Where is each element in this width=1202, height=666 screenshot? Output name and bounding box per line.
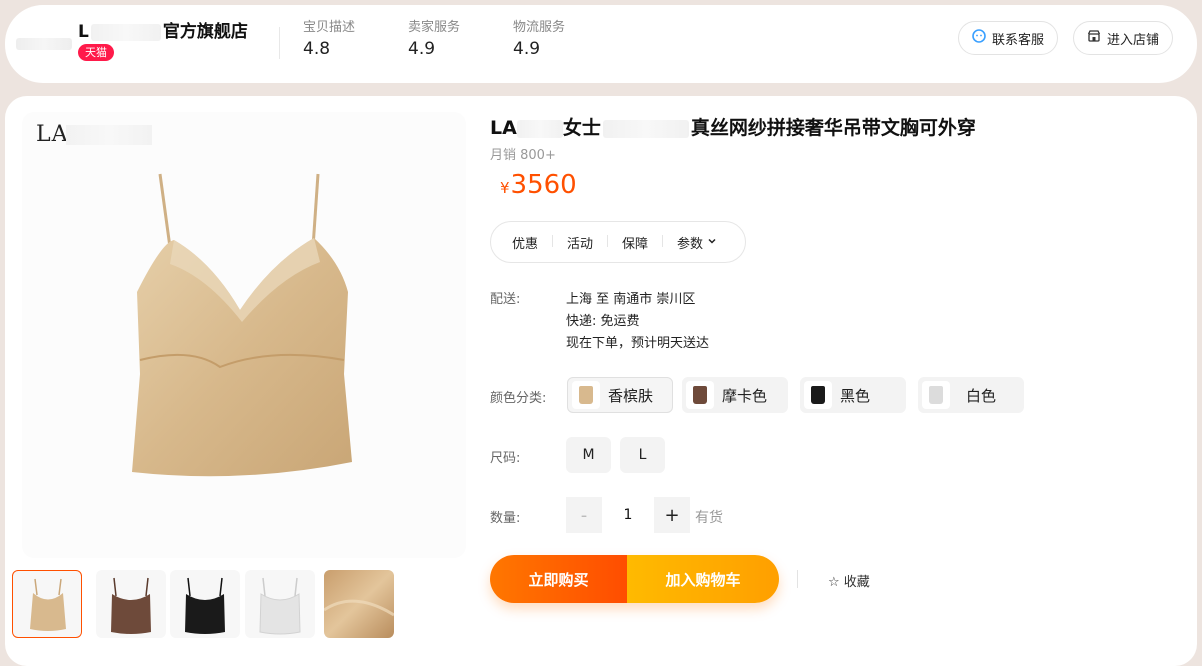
info-tabs: 优惠 活动 保障 参数 (490, 221, 746, 263)
thumbnail-image (185, 577, 225, 634)
rating-value: 4.8 (303, 39, 331, 59)
thumbnail-image (259, 577, 301, 635)
enter-shop-label: 进入店铺 (1107, 32, 1160, 48)
color-name: 黑色 (840, 386, 871, 405)
chat-icon (972, 29, 986, 47)
rating-value: 4.9 (513, 39, 541, 59)
favorite-button[interactable]: ☆ 收藏 (828, 571, 870, 590)
thumbnail-champagne[interactable] (12, 570, 82, 638)
quantity-increase-button[interactable]: + (654, 497, 690, 533)
rating-value: 4.9 (408, 39, 436, 59)
tab-guarantee[interactable]: 保障 (607, 233, 662, 252)
tab-activity[interactable]: 活动 (552, 233, 607, 252)
add-to-cart-button[interactable]: 加入购物车 (627, 555, 779, 603)
rating-label: 宝贝描述 (303, 20, 356, 35)
size-label: 尺码: (490, 451, 521, 466)
quantity-input[interactable]: 1 (604, 497, 652, 533)
color-option-black[interactable]: 黑色 (800, 377, 906, 413)
shipping-route[interactable]: 上海 至 南通市 崇川区 (566, 288, 695, 307)
swatch (922, 381, 950, 409)
shipping-label: 配送: (490, 292, 521, 307)
thumbnail-image (111, 577, 151, 634)
main-product-image[interactable]: LA (22, 112, 466, 558)
size-option-m[interactable]: M (566, 437, 611, 473)
price-value: 3560 (510, 170, 577, 200)
buy-now-button[interactable]: 立即购买 (490, 555, 627, 603)
color-label: 颜色分类: (490, 391, 547, 406)
monthly-sales: 月销 800+ (490, 148, 556, 163)
title-redacted (516, 119, 563, 138)
thumbnail-image (30, 578, 66, 631)
title-redacted (602, 119, 689, 138)
color-option-mocha[interactable]: 摩卡色 (682, 377, 788, 413)
product-price: ¥3560 (500, 170, 577, 200)
purchase-buttons: 立即购买 加入购物车 (490, 555, 779, 603)
quantity-label: 数量: (490, 511, 521, 526)
shipping-eta: 现在下单，预计明天送达 (566, 336, 710, 351)
quantity-decrease-button[interactable]: - (566, 497, 602, 533)
shop-logo[interactable] (16, 38, 72, 50)
title-part: 女士 (562, 117, 601, 139)
title-part: LA (490, 117, 517, 139)
store-icon (1087, 29, 1101, 47)
shipping-express: 快递: 免运费 (566, 314, 640, 329)
shop-name-prefix: L (78, 22, 89, 42)
color-name: 摩卡色 (722, 386, 768, 405)
rating-service: 卖家服务 4.9 (408, 16, 460, 59)
color-option-white[interactable]: 白色 (918, 377, 1024, 413)
title-part: 真丝网纱拼接奢华吊带文胸可外穿 (690, 117, 976, 139)
chevron-down-icon (707, 235, 717, 250)
tmall-badge: 天猫 (78, 44, 114, 61)
shop-name-suffix: 官方旗舰店 (162, 22, 248, 42)
contact-service-label: 联系客服 (992, 32, 1045, 48)
stock-status: 有货 (695, 510, 723, 526)
color-name: 白色 (966, 386, 997, 405)
rating-description: 宝贝描述 4.8 (303, 16, 355, 59)
size-option-l[interactable]: L (620, 437, 665, 473)
tab-params[interactable]: 参数 (662, 233, 731, 252)
contact-service-button[interactable]: 联系客服 (958, 21, 1059, 55)
divider (797, 570, 798, 588)
swatch (804, 381, 832, 409)
tab-params-label: 参数 (677, 236, 704, 252)
color-option-champagne[interactable]: 香槟肤 (567, 377, 673, 413)
camisole-image (132, 173, 352, 477)
color-name: 香槟肤 (608, 386, 654, 405)
thumbnail-fabric-detail[interactable] (324, 570, 394, 638)
shop-name[interactable]: L 官方旗舰店 (78, 17, 248, 42)
enter-shop-button[interactable]: 进入店铺 (1073, 21, 1174, 55)
thumbnail-black[interactable] (170, 570, 240, 638)
thumbnail-white[interactable] (245, 570, 315, 638)
rating-label: 卖家服务 (408, 20, 461, 35)
product-title: LA 女士 真丝网纱拼接奢华吊带文胸可外穿 (490, 113, 976, 140)
tab-discount[interactable]: 优惠 (497, 233, 552, 252)
thumbnail-image (324, 570, 394, 638)
rating-logistics: 物流服务 4.9 (513, 16, 565, 59)
rating-label: 物流服务 (513, 20, 566, 35)
swatch (572, 381, 600, 409)
thumbnail-mocha[interactable] (96, 570, 166, 638)
shop-divider (279, 27, 280, 59)
swatch (686, 381, 714, 409)
shop-name-redacted (90, 23, 161, 41)
currency-symbol: ¥ (500, 179, 510, 197)
